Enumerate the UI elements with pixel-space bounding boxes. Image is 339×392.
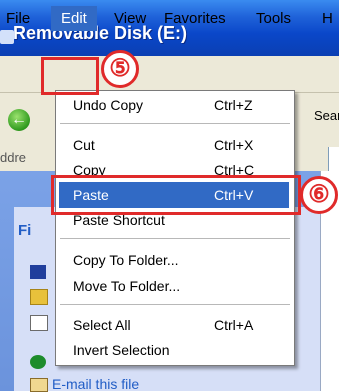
step6-highlight-box bbox=[51, 175, 301, 215]
folder-icon bbox=[0, 30, 14, 44]
window-title: Removable Disk (E:) bbox=[13, 23, 188, 43]
shortcut-cut: Ctrl+X bbox=[214, 137, 254, 153]
back-arrow-icon: ← bbox=[11, 111, 27, 128]
menu-item-copy-to-folder[interactable]: Copy To Folder... bbox=[73, 252, 179, 268]
search-button-label[interactable]: Sear bbox=[314, 108, 339, 123]
step5-highlight-box bbox=[41, 57, 99, 95]
menu-tools[interactable]: Tools bbox=[256, 10, 291, 27]
menu-item-select-all[interactable]: Select All bbox=[73, 317, 131, 333]
email-icon bbox=[30, 378, 48, 392]
menu-edit[interactable]: Edit bbox=[51, 6, 97, 31]
copy-file-icon bbox=[30, 315, 48, 331]
step6-badge: ⑥ bbox=[300, 176, 338, 214]
address-input[interactable] bbox=[328, 147, 339, 171]
task-pane-title[interactable]: Fi bbox=[18, 222, 31, 239]
menu-item-move-to-folder[interactable]: Move To Folder... bbox=[73, 278, 180, 294]
menu-separator bbox=[60, 123, 290, 124]
menu-separator bbox=[60, 304, 290, 305]
move-folder-icon bbox=[30, 289, 48, 305]
menu-file[interactable]: File bbox=[6, 10, 30, 27]
menu-item-cut[interactable]: Cut bbox=[73, 137, 95, 153]
address-label: ddre bbox=[0, 150, 27, 165]
menu-view[interactable]: View bbox=[114, 10, 146, 27]
shortcut-select-all: Ctrl+A bbox=[214, 317, 254, 333]
menu-separator bbox=[60, 238, 290, 239]
step5-badge: ⑤ bbox=[101, 50, 139, 88]
menu-item-invert-selection[interactable]: Invert Selection bbox=[73, 342, 170, 358]
menu-item-undo-copy[interactable]: Undo Copy bbox=[73, 97, 143, 113]
publish-web-icon bbox=[30, 355, 46, 369]
menu-help[interactable]: H bbox=[322, 10, 333, 27]
shortcut-undo-copy: Ctrl+Z bbox=[214, 97, 253, 113]
rename-icon bbox=[30, 265, 46, 279]
menu-favorites[interactable]: Favorites bbox=[164, 10, 226, 27]
email-file-link[interactable]: E-mail this file bbox=[52, 376, 139, 392]
